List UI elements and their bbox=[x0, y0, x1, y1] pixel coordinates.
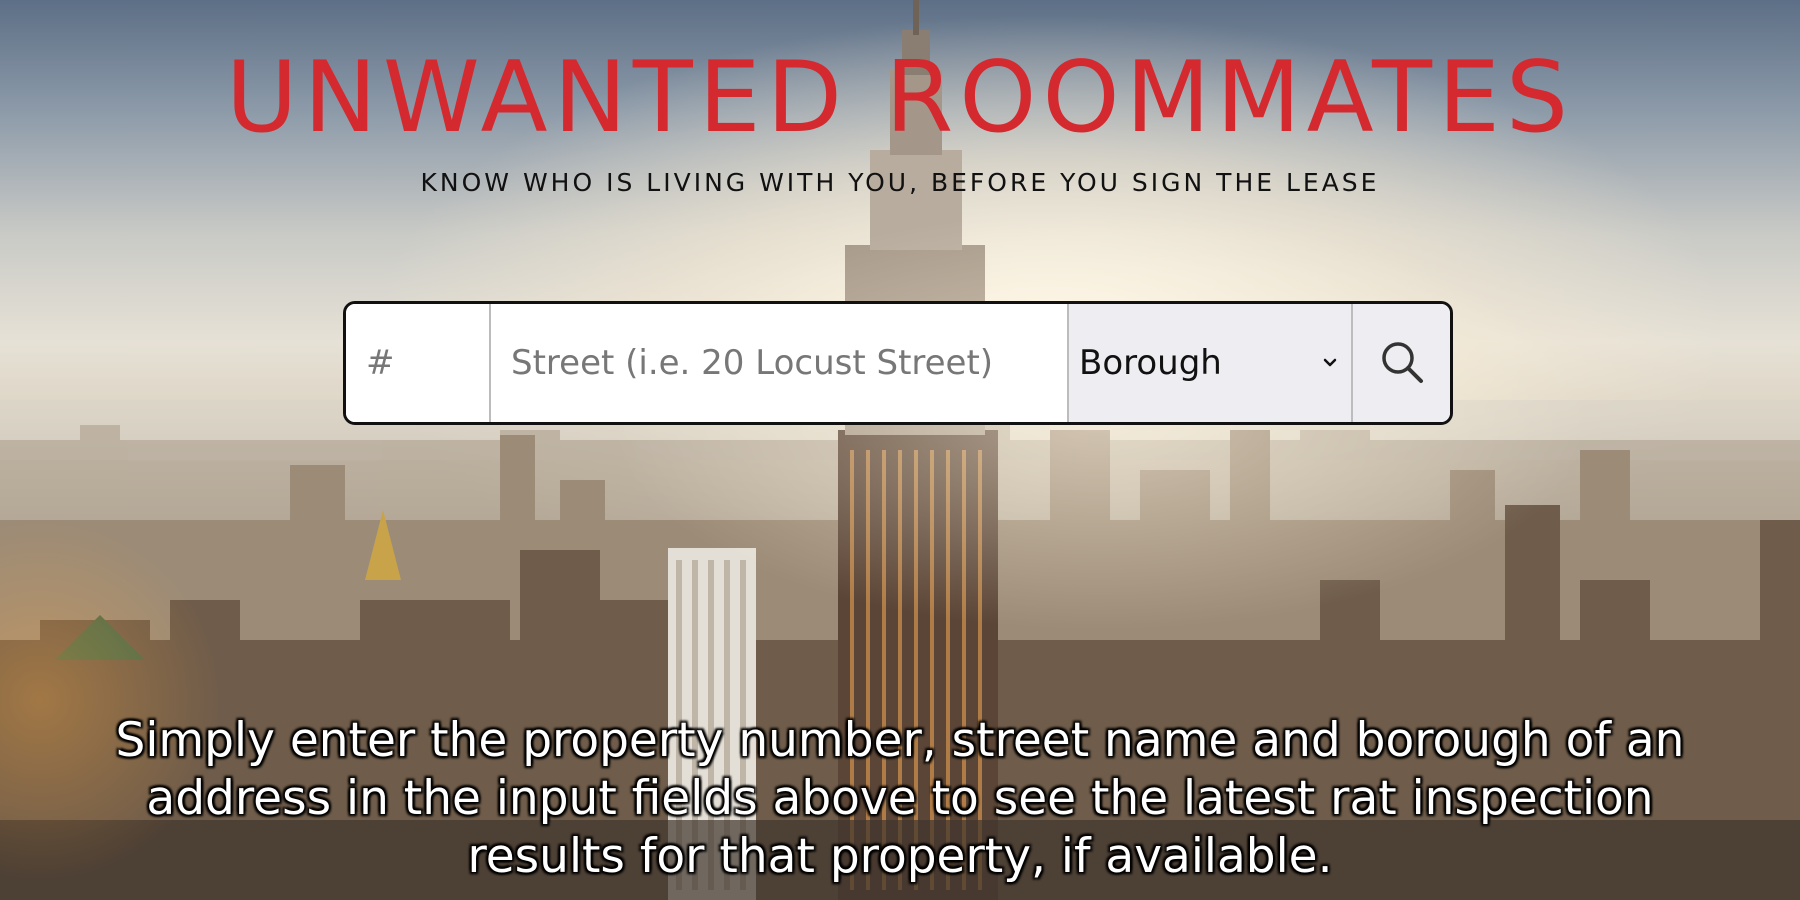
street-input[interactable] bbox=[491, 304, 1069, 422]
search-button[interactable] bbox=[1353, 304, 1450, 422]
borough-selected-value: Borough bbox=[1079, 343, 1222, 383]
search-icon bbox=[1379, 339, 1425, 388]
instructions-text: Simply enter the property number, street… bbox=[115, 713, 1685, 884]
site-title: UNWANTED ROOMMATES bbox=[225, 41, 1575, 155]
property-number-input[interactable] bbox=[346, 304, 491, 422]
borough-select[interactable]: Borough bbox=[1069, 304, 1353, 422]
chevron-down-icon bbox=[1321, 353, 1339, 378]
site-tagline: KNOW WHO IS LIVING WITH YOU, BEFORE YOU … bbox=[420, 168, 1380, 197]
address-search-form: Borough bbox=[343, 301, 1453, 425]
